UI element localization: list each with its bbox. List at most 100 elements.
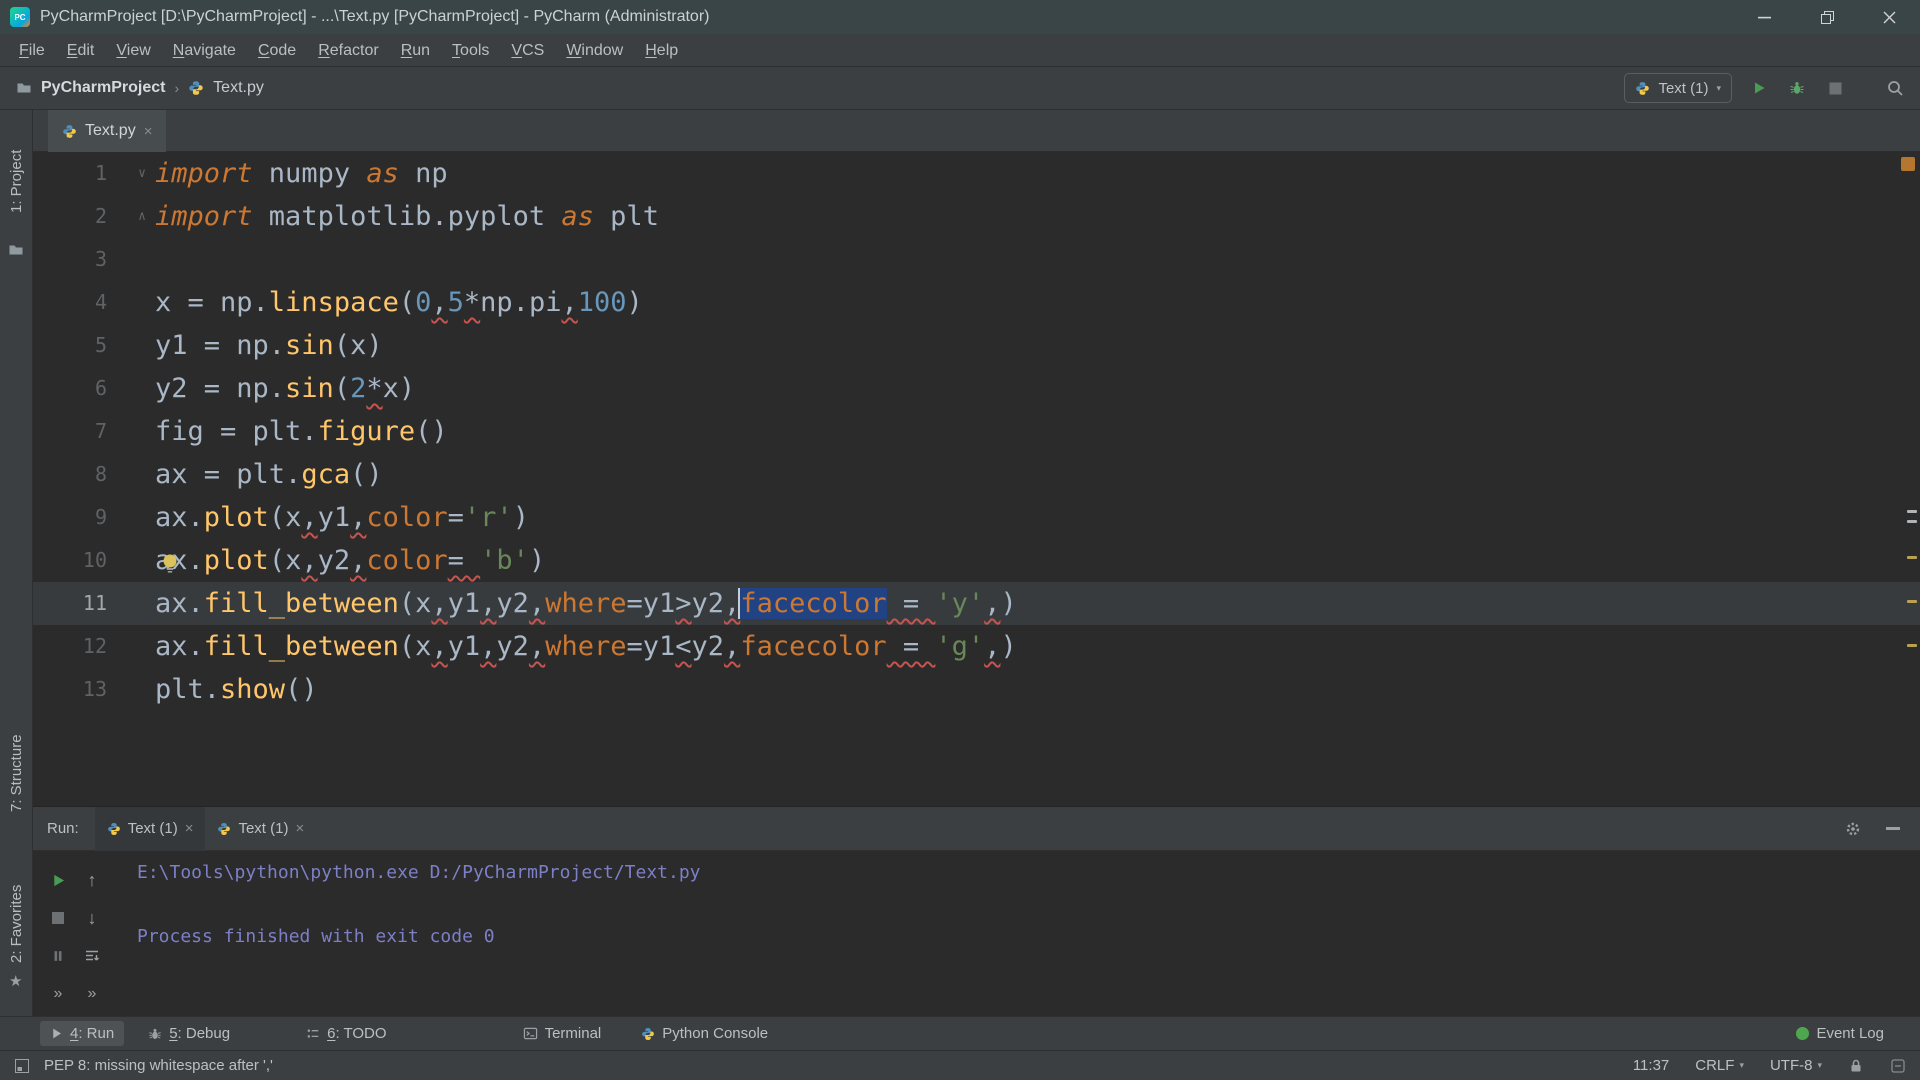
sidebar-item-structure[interactable]: 7: Structure [0, 730, 33, 816]
code-text: ax.fill_between(x,y1,y2,where=y1>y2,face… [155, 582, 1017, 625]
line-number: 3 [33, 238, 129, 281]
code-line[interactable]: 3 [33, 238, 1920, 281]
inspection-indicator[interactable] [1901, 157, 1915, 171]
code-line[interactable]: 6y2 = np.sin(2*x) [33, 367, 1920, 410]
line-separator-widget[interactable]: CRLF ▾ [1695, 1057, 1744, 1074]
intention-bulb-icon[interactable] [159, 552, 181, 574]
fold-marker-icon[interactable]: ∧ [129, 195, 155, 238]
code-line[interactable]: 11 ax.fill_between(x,y1,y2,where=y1>y2,fa… [33, 582, 1920, 625]
file-encoding-widget[interactable]: UTF-8 ▾ [1770, 1057, 1822, 1074]
toolwindow-button-todo[interactable]: 6: TODO [296, 1021, 396, 1046]
code-line[interactable]: 10ax.plot(x,y2,color= 'b') [33, 539, 1920, 582]
up-stack-trace-icon[interactable]: ↑ [81, 869, 103, 891]
toolwindow-button-debug[interactable]: 5: Debug [138, 1021, 240, 1046]
code-editor[interactable]: 1∨import numpy as np2∧import matplotlib.… [33, 152, 1920, 806]
toolwindow-button-python-console[interactable]: Python Console [631, 1021, 778, 1046]
menu-item[interactable]: Refactor [307, 34, 389, 67]
folder-icon[interactable] [8, 242, 24, 258]
toolwindow-button-terminal[interactable]: Terminal [513, 1021, 612, 1046]
toolwindow-label: Event Log [1816, 1025, 1884, 1042]
code-line[interactable]: 13plt.show() [33, 668, 1920, 711]
fold-gutter [129, 453, 155, 496]
code-text: ax.plot(x,y1,color='r') [155, 496, 529, 539]
python-icon [1635, 81, 1650, 96]
menu-item[interactable]: View [105, 34, 161, 67]
menu-item[interactable]: Window [555, 34, 634, 67]
error-stripe-mark[interactable] [1907, 600, 1917, 603]
editor-tab-bar: Text.py × [33, 110, 1920, 152]
fold-gutter [129, 496, 155, 539]
run-tab-2[interactable]: Text (1) × [205, 807, 316, 851]
line-number: 11 [33, 582, 129, 625]
menu-item[interactable]: Edit [56, 34, 106, 67]
run-panel-body: ↑ ↓ » » E:\Tools\python\python.exe D:/Py… [33, 851, 1920, 1016]
close-icon[interactable]: × [185, 820, 194, 837]
breadcrumb-project[interactable]: PyCharmProject [41, 79, 166, 97]
code-line[interactable]: 4x = np.linspace(0,5*np.pi,100) [33, 281, 1920, 324]
sidebar-item-project[interactable]: 1: Project [0, 129, 33, 233]
fold-marker-icon[interactable]: ∨ [129, 152, 155, 195]
more-actions-icon[interactable]: » [47, 983, 69, 1005]
menu-item[interactable]: File [8, 34, 56, 67]
close-icon[interactable]: × [295, 820, 304, 837]
down-stack-trace-icon[interactable]: ↓ [81, 907, 103, 929]
scroll-to-end-icon[interactable] [81, 945, 103, 967]
star-icon[interactable]: ★ [9, 972, 22, 990]
debug-button[interactable] [1786, 77, 1808, 99]
settings-gear-icon[interactable] [1842, 818, 1864, 840]
more-actions-icon[interactable]: » [81, 983, 103, 1005]
code-text: x = np.linspace(0,5*np.pi,100) [155, 281, 643, 324]
code-line[interactable]: 9ax.plot(x,y1,color='r') [33, 496, 1920, 539]
indicator-icon[interactable] [1890, 1058, 1906, 1074]
run-tab-label: Text (1) [238, 820, 288, 837]
toolwindow-button-run[interactable]: 4: Run [40, 1021, 124, 1046]
stop-button[interactable] [47, 907, 69, 929]
toolwindow-label: 5: Debug [169, 1025, 230, 1042]
search-everywhere-icon[interactable] [1884, 77, 1906, 99]
console-output[interactable]: E:\Tools\python\python.exe D:/PyCharmPro… [137, 857, 1900, 1016]
line-separator-value: CRLF [1695, 1057, 1734, 1074]
sidebar-item-favorites[interactable]: 2: Favorites [0, 877, 33, 971]
status-message[interactable]: PEP 8: missing whitespace after ',' [44, 1057, 273, 1074]
code-line[interactable]: 1∨import numpy as np [33, 152, 1920, 195]
code-line[interactable]: 2∧import matplotlib.pyplot as plt [33, 195, 1920, 238]
menu-item[interactable]: Run [390, 34, 441, 67]
toolwindow-switcher-icon[interactable] [14, 1058, 30, 1074]
menu-item[interactable]: Help [634, 34, 689, 67]
run-tab-1[interactable]: Text (1) × [95, 807, 206, 851]
code-line[interactable]: 12ax.fill_between(x,y1,y2,where=y1<y2,fa… [33, 625, 1920, 668]
menu-item[interactable]: Code [247, 34, 307, 67]
hide-panel-icon[interactable] [1882, 818, 1904, 840]
error-stripe-mark[interactable] [1907, 556, 1917, 559]
restore-button[interactable] [1796, 0, 1858, 34]
run-button[interactable] [1748, 77, 1770, 99]
menu-item[interactable]: Navigate [162, 34, 247, 67]
run-toolbar: Text (1) ▾ [1624, 73, 1920, 103]
status-bar: PEP 8: missing whitespace after ',' 11:3… [0, 1050, 1920, 1080]
editor-tab-textpy[interactable]: Text.py × [48, 110, 166, 152]
code-line[interactable]: 5y1 = np.sin(x) [33, 324, 1920, 367]
code-line[interactable]: 7fig = plt.figure() [33, 410, 1920, 453]
event-log-button[interactable]: Event Log [1786, 1021, 1894, 1046]
close-icon[interactable]: × [144, 123, 153, 140]
caret-position[interactable]: 11:37 [1633, 1057, 1669, 1074]
close-button[interactable] [1858, 0, 1920, 34]
code-text: plt.show() [155, 668, 318, 711]
minimize-button[interactable] [1734, 0, 1796, 34]
toolwindow-bar: 4: Run 5: Debug 6: TODO Terminal Python … [0, 1016, 1920, 1050]
pause-output-icon[interactable] [47, 945, 69, 967]
error-stripe-mark[interactable] [1907, 644, 1917, 647]
breadcrumb-separator: › [175, 80, 180, 96]
chevron-down-icon: ▾ [1739, 1060, 1744, 1071]
menu-item[interactable]: VCS [500, 34, 555, 67]
rerun-button[interactable] [47, 869, 69, 891]
run-config-selector[interactable]: Text (1) ▾ [1624, 73, 1732, 103]
code-line[interactable]: 8ax = plt.gca() [33, 453, 1920, 496]
line-number: 6 [33, 367, 129, 410]
breadcrumb-file[interactable]: Text.py [213, 79, 264, 97]
menu-item[interactable]: Tools [441, 34, 500, 67]
lock-icon[interactable] [1848, 1058, 1864, 1074]
stop-button[interactable] [1824, 77, 1846, 99]
error-stripe-mark[interactable] [1907, 520, 1917, 523]
error-stripe-mark[interactable] [1907, 510, 1917, 513]
